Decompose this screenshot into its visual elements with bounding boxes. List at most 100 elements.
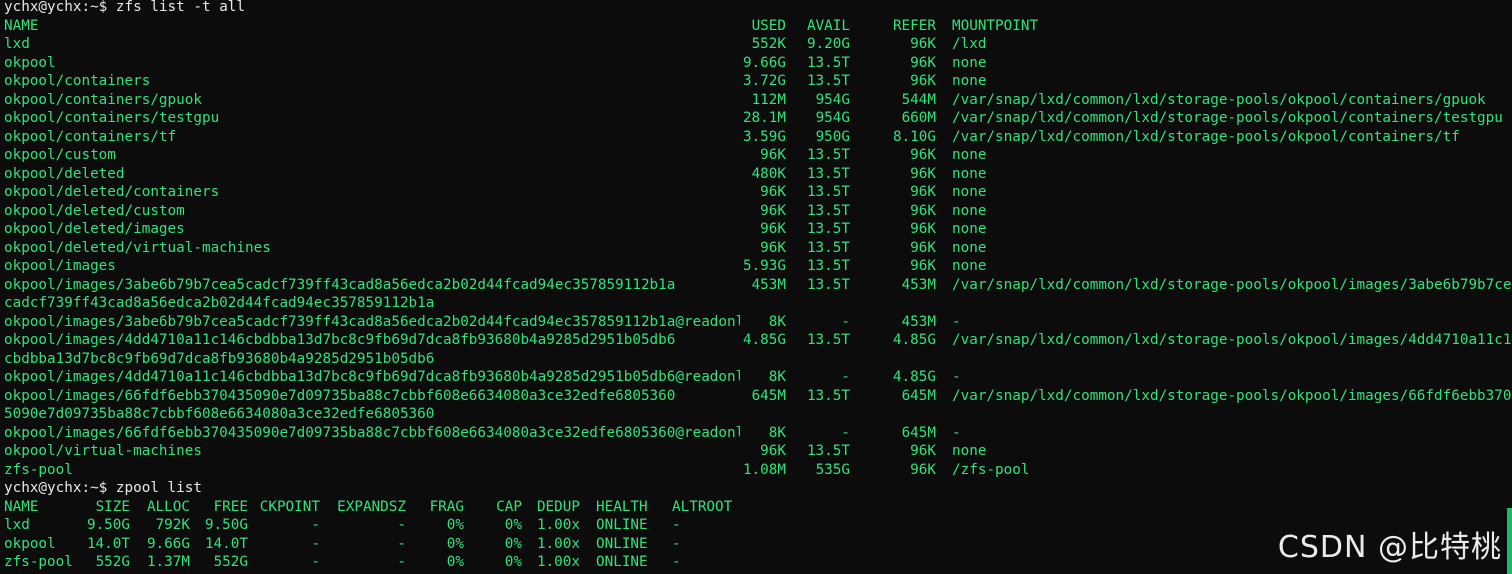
used-cell: 96K [760, 221, 786, 237]
name-cell: okpool/containers/gpuok [4, 91, 202, 108]
refer-cell: 96K [910, 221, 936, 237]
name-cell: okpool/deleted/containers [4, 184, 220, 200]
refer-cell: REFER [892, 17, 936, 34]
name-cell: okpool/images/3abe6b79b7cea5cadcf739ff43… [4, 313, 740, 330]
avail-cell: 13.5T [806, 184, 850, 200]
shell-prompt: ychx@ychx:~$ [4, 480, 108, 496]
table-row: lxd 552K 9.20G 96K /lxd [4, 35, 1512, 54]
expandsz-cell: - [397, 517, 406, 533]
health-cell: ONLINE [596, 535, 648, 552]
refer-cell: 544M [901, 91, 936, 108]
avail-cell: - [841, 369, 850, 385]
mountpoint-cell: /var/snap/lxd/common/lxd/storage-pools/o… [952, 276, 1512, 293]
table-row: okpool/deleted/custom 96K 13.5T 96K none [4, 202, 1512, 221]
prompt-line: ychx@ychx:~$ zfs list -t all [4, 0, 1512, 17]
avail-cell: - [841, 424, 850, 441]
name-cell: lxd [4, 36, 30, 52]
table-row: okpool/images/3abe6b79b7cea5cadcf739ff43… [4, 276, 1512, 295]
used-cell: 552K [751, 36, 786, 52]
expandsz-cell: - [397, 554, 406, 570]
size-cell: 14.0T [86, 535, 130, 552]
name-cell: okpool/deleted [4, 165, 125, 182]
name-cell: okpool/images/66fdf6ebb370435090e7d09735… [4, 387, 676, 404]
refer-cell: 96K [910, 184, 936, 200]
mountpoint-continuation: cbdbba13d7bc8c9fb69d7dca8fb93680b4a9285d… [4, 350, 435, 367]
used-cell: 9.66G [742, 54, 786, 71]
name-cell: okpool/deleted/custom [4, 202, 185, 219]
mountpoint-cell: none [952, 165, 987, 182]
mountpoint-cell: /var/snap/lxd/common/lxd/storage-pools/o… [952, 332, 1512, 348]
avail-cell: AVAIL [806, 17, 850, 34]
used-cell: 28.1M [742, 110, 786, 126]
name-cell: okpool/deleted/images [4, 221, 185, 237]
mountpoint-cell: none [952, 258, 987, 274]
refer-cell: 453M [901, 276, 936, 293]
mountpoint-cell: - [952, 313, 961, 330]
scrollbar[interactable] [1507, 508, 1512, 574]
dedup-cell: 1.00x [536, 554, 580, 570]
mountpoint-cell: /var/snap/lxd/common/lxd/storage-pools/o… [952, 387, 1512, 404]
ckpoint-cell: - [311, 535, 320, 552]
dedup-cell: 1.00x [536, 517, 580, 533]
refer-cell: 96K [910, 239, 936, 256]
free-cell: 9.50G [204, 517, 248, 533]
mountpoint-cell: - [952, 424, 961, 441]
name-cell: okpool/images/3abe6b79b7cea5cadcf739ff43… [4, 276, 676, 293]
avail-cell: 13.5T [806, 147, 850, 163]
used-cell: 8K [768, 369, 786, 385]
refer-cell: 96K [910, 202, 936, 219]
refer-cell: 96K [910, 147, 936, 163]
used-cell: USED [751, 17, 786, 34]
avail-cell: 9.20G [806, 36, 850, 52]
mountpoint-cell: none [952, 54, 987, 71]
table-row: okpool/images/3abe6b79b7cea5cadcf739ff43… [4, 313, 1512, 332]
name-cell: okpool [4, 54, 56, 71]
mountpoint-cell: none [952, 202, 987, 219]
avail-cell: 13.5T [806, 221, 850, 237]
used-cell: 645M [751, 387, 786, 404]
name-cell: okpool/custom [4, 147, 116, 163]
frag-cell: FRAG [429, 498, 464, 515]
alloc-cell: 1.37M [146, 554, 190, 570]
frag-cell: 0% [446, 517, 464, 533]
mountpoint-continuation: cadcf739ff43cad8a56edca2b02d44fcad94ec35… [4, 295, 435, 311]
name-cell: okpool/images/4dd4710a11c146cbdbba13d7bc… [4, 369, 740, 385]
mountpoint-cell: none [952, 184, 987, 200]
alloc-cell: 9.66G [146, 535, 190, 552]
name-cell: okpool/images/4dd4710a11c146cbdbba13d7bc… [4, 332, 676, 348]
table-row: okpool/containers/testgpu 28.1M 954G 660M /… [4, 109, 1512, 128]
used-cell: 96K [760, 147, 786, 163]
table-row: okpool/deleted/images 96K 13.5T 96K none [4, 220, 1512, 239]
table-header: NAME SIZE ALLOC FREE CKPOINT EXPANDSZ FRAG CAP D… [4, 498, 1512, 517]
used-cell: 96K [760, 202, 786, 219]
ckpoint-cell: CKPOINT [259, 498, 320, 515]
avail-cell: 13.5T [806, 54, 850, 71]
name-cell: okpool [4, 535, 56, 552]
avail-cell: 950G [815, 128, 850, 145]
size-cell: SIZE [95, 498, 130, 515]
mountpoint-cell: none [952, 73, 987, 89]
dedup-cell: 1.00x [536, 535, 580, 552]
name-cell: okpool/images [4, 258, 116, 274]
size-cell: 9.50G [86, 517, 130, 533]
cap-cell: 0% [504, 535, 522, 552]
used-cell: 5.93G [742, 258, 786, 274]
watermark-text: CSDN @比特桃 [1277, 530, 1502, 565]
cap-cell: CAP [496, 498, 522, 515]
refer-cell: 4.85G [892, 332, 936, 348]
mountpoint-cell: none [952, 443, 987, 459]
table-row: okpool/deleted 480K 13.5T 96K none [4, 165, 1512, 184]
avail-cell: 13.5T [806, 165, 850, 182]
refer-cell: 96K [910, 73, 936, 89]
mountpoint-cell: /var/snap/lxd/common/lxd/storage-pools/o… [952, 91, 1486, 108]
used-cell: 453M [751, 276, 786, 293]
command-text: zfs list -t all [115, 0, 246, 15]
name-cell: lxd [4, 517, 30, 533]
alloc-cell: 792K [155, 517, 190, 533]
used-cell: 96K [760, 239, 786, 256]
shell-prompt: ychx@ychx:~$ [4, 0, 108, 15]
altroot-cell: - [672, 535, 681, 552]
altroot-cell: ALTROOT [672, 498, 733, 515]
table-row: okpool/virtual-machines 96K 13.5T 96K none [4, 442, 1512, 461]
dedup-cell: DEDUP [536, 498, 580, 515]
